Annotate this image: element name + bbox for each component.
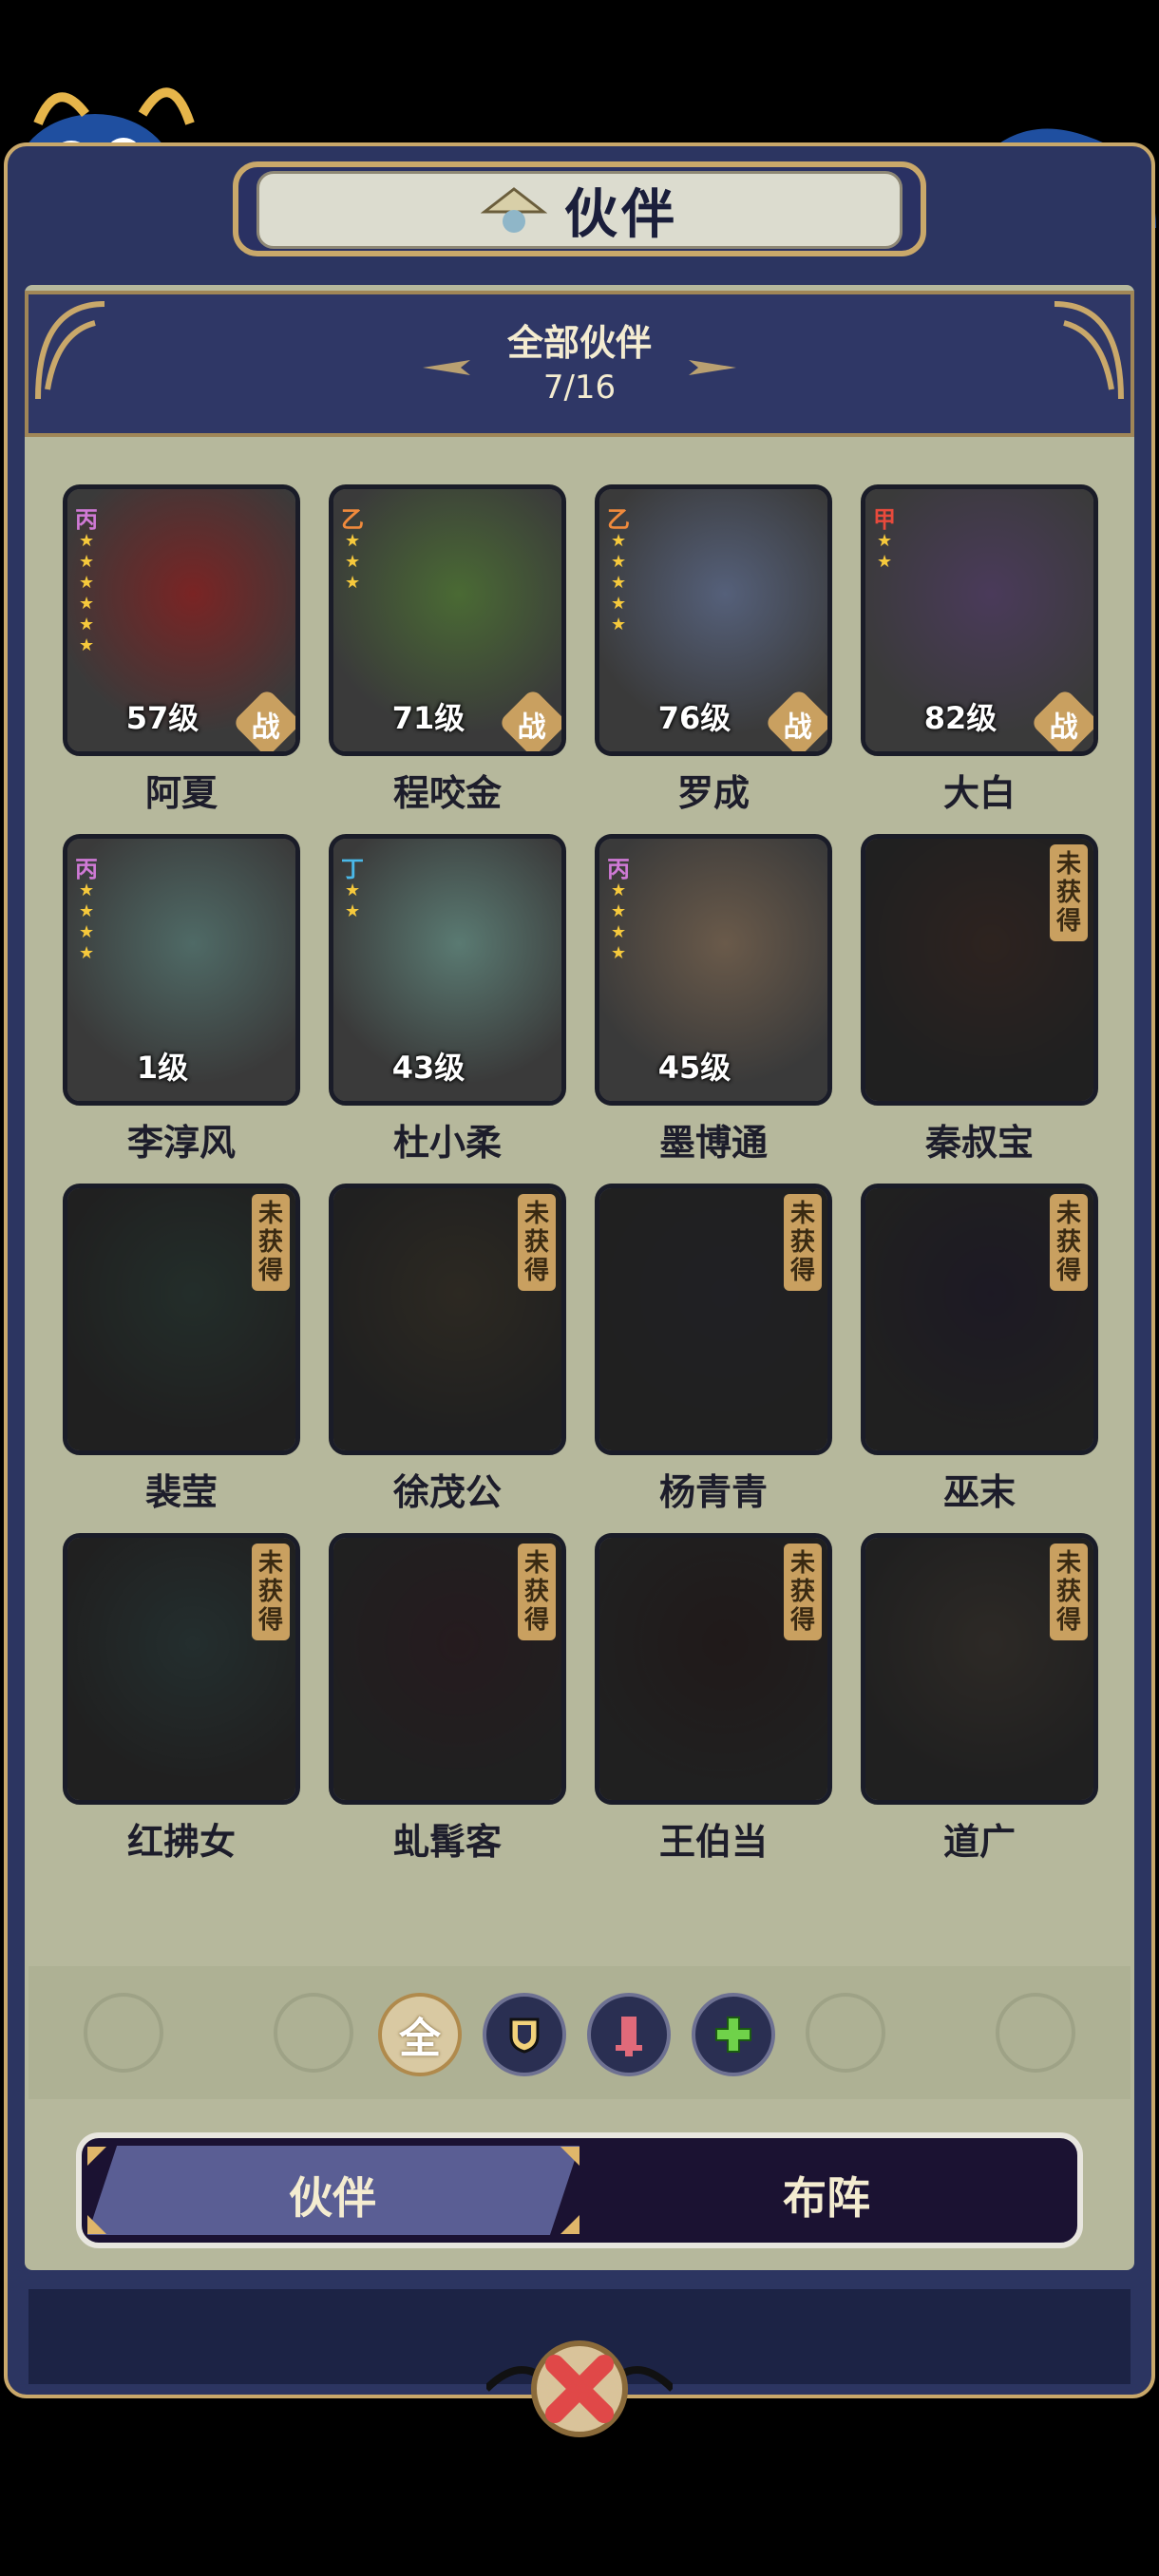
partner-name: 程咬金 [392, 772, 502, 814]
partner-name: 大白 [942, 772, 1016, 814]
not-obtained-badge: 未获得 [518, 1544, 556, 1640]
banner-title: 全部伙伴 [506, 322, 652, 364]
level-label: 43级 [391, 1050, 466, 1086]
partner-card[interactable]: 未获得 [595, 1533, 832, 1805]
tab-partners-label: 伙伴 [289, 2172, 376, 2224]
in-battle-label: 战 [517, 710, 546, 745]
not-obtained-badge: 未获得 [784, 1544, 822, 1640]
rank-badge: 丙 [75, 506, 98, 533]
partner-name: 墨博通 [658, 1122, 768, 1164]
not-obtained-badge: 未获得 [252, 1544, 290, 1640]
sword-icon [616, 2017, 642, 2056]
partner-name: 阿夏 [144, 772, 218, 814]
plus-icon [715, 2017, 751, 2053]
level-label: 57级 [125, 700, 200, 736]
partner-card[interactable]: 乙 ★ ★ ★ 71级 战 [329, 484, 566, 756]
partner-name: 红拂女 [126, 1821, 236, 1863]
partner-count: 7/16 [542, 369, 617, 407]
partner-card[interactable]: 未获得 [329, 1533, 566, 1805]
partner-name: 裴莹 [144, 1471, 218, 1513]
partner-card[interactable]: 丙 ★ ★ ★ ★ 45级 [595, 834, 832, 1106]
level-label: 1级 [136, 1050, 189, 1086]
straw-hat-icon [481, 187, 547, 233]
level-label: 71级 [391, 700, 466, 736]
partner-name: 秦叔宝 [924, 1122, 1034, 1164]
star-rating: ★ ★ ★ ★ [79, 881, 95, 963]
star-rating: ★ ★ ★ ★ ★ ★ [79, 531, 95, 655]
partner-name: 李淳风 [126, 1122, 236, 1164]
partner-card[interactable]: 未获得 [861, 1184, 1098, 1455]
partner-name: 罗成 [676, 772, 750, 814]
not-obtained-badge: 未获得 [1050, 1194, 1088, 1291]
partner-name: 虬髯客 [392, 1821, 502, 1863]
star-rating: ★ ★ ★ ★ ★ [611, 531, 627, 635]
not-obtained-badge: 未获得 [784, 1194, 822, 1291]
filter-background-pattern [28, 1966, 1130, 2099]
in-battle-label: 战 [251, 710, 280, 745]
partner-card[interactable]: 丁 ★ ★ 43级 [329, 834, 566, 1106]
filter-all-button[interactable]: 全 [378, 1993, 462, 2076]
partner-name: 杜小柔 [392, 1122, 502, 1164]
partner-card[interactable]: 未获得 [861, 1533, 1098, 1805]
page-title: 伙伴 [564, 183, 678, 246]
partner-card[interactable]: 丙 ★ ★ ★ ★ ★ ★ 57级 战 [63, 484, 300, 756]
not-obtained-badge: 未获得 [518, 1194, 556, 1291]
not-obtained-badge: 未获得 [1050, 1544, 1088, 1640]
rank-badge: 甲 [873, 506, 896, 533]
rank-badge: 丙 [75, 856, 98, 882]
level-label: 45级 [657, 1050, 732, 1086]
level-label: 82级 [923, 700, 998, 736]
rank-badge: 乙 [341, 506, 364, 533]
star-rating: ★ ★ [345, 881, 361, 921]
star-rating: ★ ★ [877, 531, 893, 572]
partner-card[interactable]: 未获得 [63, 1184, 300, 1455]
partner-card[interactable]: 未获得 [329, 1184, 566, 1455]
partner-card[interactable]: 未获得 [861, 834, 1098, 1106]
partner-card[interactable]: 未获得 [63, 1533, 300, 1805]
filter-attack-button[interactable] [587, 1993, 671, 2076]
page-title-bar: 伙伴 [256, 171, 902, 249]
partner-card[interactable]: 乙 ★ ★ ★ ★ ★ 76级 战 [595, 484, 832, 756]
filter-defense-button[interactable] [483, 1993, 566, 2076]
filter-heal-button[interactable] [692, 1993, 775, 2076]
level-label: 76级 [657, 700, 732, 736]
in-battle-label: 战 [783, 710, 812, 745]
not-obtained-badge: 未获得 [252, 1194, 290, 1291]
not-obtained-badge: 未获得 [1050, 844, 1088, 941]
partner-card[interactable]: 甲 ★ ★ 82级 战 [861, 484, 1098, 756]
close-button[interactable] [486, 2332, 673, 2446]
partner-name: 徐茂公 [392, 1471, 502, 1513]
partner-card[interactable]: 未获得 [595, 1184, 832, 1455]
partner-name: 王伯当 [658, 1821, 768, 1863]
rank-badge: 乙 [607, 506, 630, 533]
all-icon: 全 [399, 2015, 441, 2063]
star-rating: ★ ★ ★ [345, 531, 361, 593]
partner-name: 道广 [942, 1821, 1016, 1863]
rank-badge: 丙 [607, 856, 630, 882]
partner-name: 杨青青 [658, 1471, 768, 1513]
in-battle-label: 战 [1049, 710, 1078, 745]
rank-badge: 丁 [341, 856, 364, 882]
tab-formation[interactable]: 布阵 [684, 2164, 969, 2226]
shield-icon [509, 2017, 540, 2054]
partner-name: 巫末 [942, 1471, 1016, 1513]
partner-card[interactable]: 丙 ★ ★ ★ ★ 1级 [63, 834, 300, 1106]
star-rating: ★ ★ ★ ★ [611, 881, 627, 963]
